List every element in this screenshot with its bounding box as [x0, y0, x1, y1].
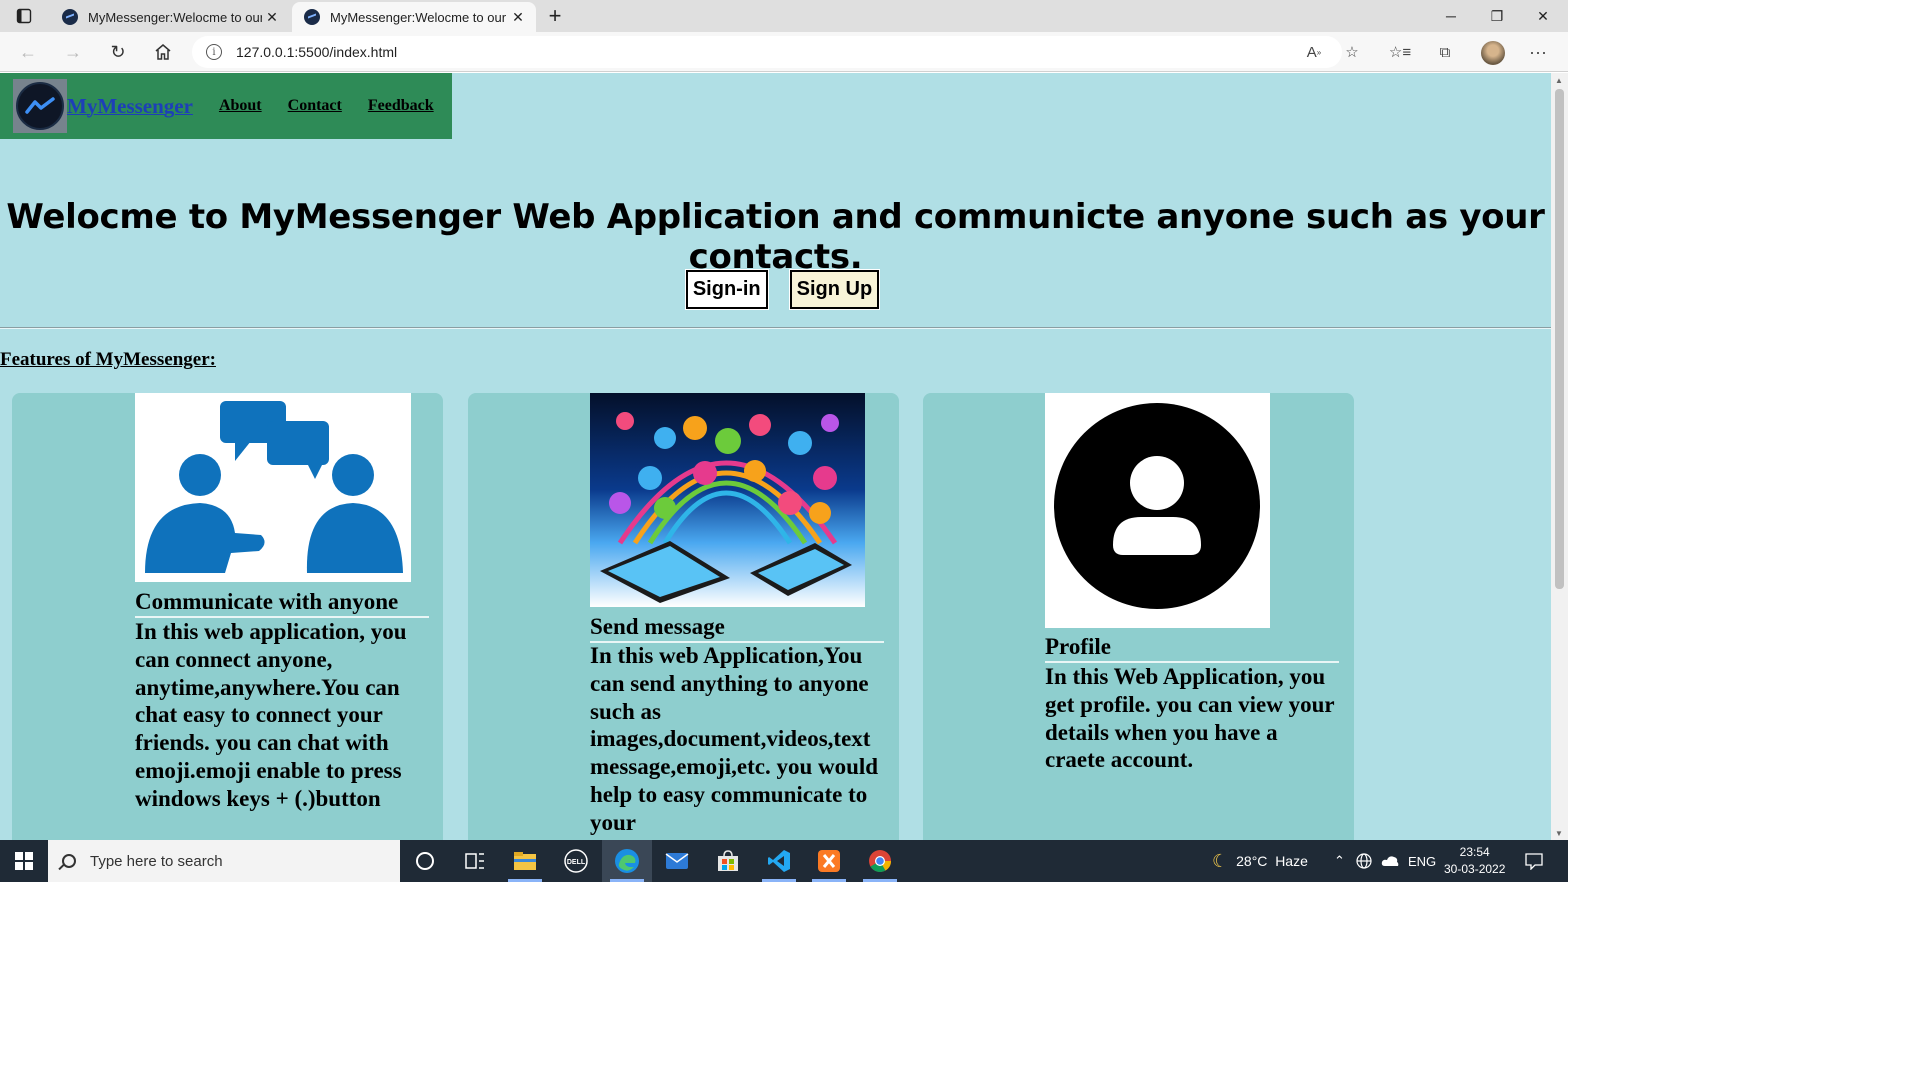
collections-icon[interactable]: ⧉ — [1431, 38, 1459, 66]
web-page: MyMessenger About Contact Feedback Weloc… — [0, 73, 1551, 840]
read-aloud-icon[interactable]: A» — [1300, 38, 1328, 66]
minimize-button[interactable]: ─ — [1428, 0, 1474, 32]
tab-close-icon[interactable]: ✕ — [508, 9, 528, 26]
social-media-devices-image — [590, 393, 865, 607]
site-info-icon[interactable]: i — [206, 44, 222, 60]
card-title: Profile — [1045, 634, 1339, 663]
clock[interactable]: 23:54 30-03-2022 — [1444, 840, 1505, 882]
feature-card: Profile In this Web Application, you get… — [923, 393, 1354, 840]
address-bar[interactable]: i 127.0.0.1:5500/index.html — [192, 36, 1342, 68]
onedrive-cloud-icon[interactable] — [1381, 840, 1399, 882]
tab-title: MyMessenger:Welocme to our w — [330, 9, 508, 25]
two-people-chatting-image — [135, 393, 411, 582]
tab-actions-icon[interactable] — [8, 0, 40, 32]
nav-link-contact[interactable]: Contact — [288, 97, 342, 115]
card-title: Send message — [590, 614, 884, 643]
new-tab-button[interactable]: + — [540, 0, 570, 32]
scroll-up-icon[interactable]: ▲ — [1555, 76, 1563, 85]
weather-moon-icon: ☾ — [1212, 850, 1229, 871]
page-headline: Welocme to MyMessenger Web Application a… — [6, 197, 1545, 277]
nav-link-about[interactable]: About — [219, 97, 262, 115]
sign-up-button[interactable]: Sign Up — [788, 269, 881, 310]
restore-button[interactable]: ❐ — [1474, 0, 1520, 32]
start-icon[interactable] — [0, 840, 48, 882]
taskbar-search-box[interactable]: Type here to search — [48, 840, 400, 882]
notification-center-icon[interactable] — [1525, 840, 1543, 882]
messenger-logo[interactable] — [13, 79, 67, 133]
profile-user-icon — [1045, 393, 1270, 628]
xampp-icon[interactable] — [804, 840, 854, 882]
card-title: Communicate with anyone — [135, 589, 429, 618]
clock-date: 30-03-2022 — [1444, 862, 1506, 876]
mail-icon[interactable] — [652, 840, 702, 882]
profile-avatar[interactable] — [1481, 41, 1505, 65]
card-text: In this web Application,You can send any… — [590, 643, 879, 835]
search-placeholder: Type here to search — [90, 852, 223, 870]
svg-text:DELL: DELL — [567, 859, 586, 866]
cortana-icon[interactable] — [400, 840, 450, 882]
url-text: 127.0.0.1:5500/index.html — [236, 44, 398, 60]
page-scrollbar[interactable]: ▲ ▼ — [1551, 73, 1568, 840]
more-icon[interactable]: ··· — [1524, 38, 1552, 66]
windows-taskbar: Type here to search DELL ☾ 28°C Haze ⌃ E… — [0, 840, 1568, 882]
feature-card: Communicate with anyone In this web appl… — [12, 393, 443, 840]
browser-tab-strip: MyMessenger:Welocme to our w ✕ MyMesseng… — [0, 0, 1568, 32]
forward-icon[interactable]: → — [59, 38, 87, 66]
messenger-favicon-icon — [304, 9, 320, 25]
search-icon — [62, 854, 76, 868]
divider — [0, 327, 1551, 329]
browser-tab-active[interactable]: MyMessenger:Welocme to our w ✕ — [292, 2, 536, 32]
scroll-down-icon[interactable]: ▼ — [1555, 829, 1563, 838]
brand-name[interactable]: MyMessenger — [67, 94, 193, 119]
store-icon[interactable] — [703, 840, 753, 882]
chrome-icon[interactable] — [855, 840, 905, 882]
back-icon[interactable]: ← — [14, 38, 42, 66]
network-globe-icon[interactable] — [1356, 840, 1372, 882]
scroll-thumb[interactable] — [1555, 89, 1564, 589]
tab-title: MyMessenger:Welocme to our w — [88, 9, 262, 25]
language-indicator[interactable]: ENG — [1408, 840, 1436, 882]
add-favorite-icon[interactable]: ☆ — [1338, 38, 1366, 66]
home-icon[interactable] — [149, 38, 177, 66]
refresh-icon[interactable]: ↻ — [104, 38, 132, 66]
close-window-button[interactable]: ✕ — [1520, 0, 1566, 32]
navbar: MyMessenger About Contact Feedback — [0, 73, 452, 139]
show-hidden-icons[interactable]: ⌃ — [1334, 840, 1345, 882]
file-explorer-icon[interactable] — [500, 840, 550, 882]
sign-in-button[interactable]: Sign-in — [684, 269, 769, 310]
weather-text: 28°C Haze — [1236, 853, 1308, 869]
favorites-icon[interactable]: ☆≡ — [1386, 38, 1414, 66]
clock-time: 23:54 — [1459, 845, 1490, 859]
vscode-icon[interactable] — [754, 840, 804, 882]
card-text: In this Web Application, you get profile… — [1045, 664, 1335, 773]
browser-tab[interactable]: MyMessenger:Welocme to our w ✕ — [50, 2, 290, 32]
nav-link-feedback[interactable]: Feedback — [368, 97, 434, 115]
browser-toolbar: ← → ↻ i 127.0.0.1:5500/index.html A» ☆ ☆… — [0, 32, 1568, 72]
task-view-icon[interactable] — [450, 840, 500, 882]
auth-buttons: Sign-in Sign Up — [0, 269, 1551, 310]
dell-icon[interactable]: DELL — [551, 840, 601, 882]
messenger-favicon-icon — [62, 9, 78, 25]
tab-close-icon[interactable]: ✕ — [262, 9, 282, 26]
weather-widget[interactable]: ☾ 28°C Haze — [1212, 840, 1308, 882]
edge-icon[interactable] — [602, 840, 652, 882]
feature-card: Send message In this web Application,You… — [468, 393, 899, 840]
card-text: In this web application, you can connect… — [135, 619, 407, 811]
features-heading: Features of MyMessenger: — [0, 349, 216, 370]
